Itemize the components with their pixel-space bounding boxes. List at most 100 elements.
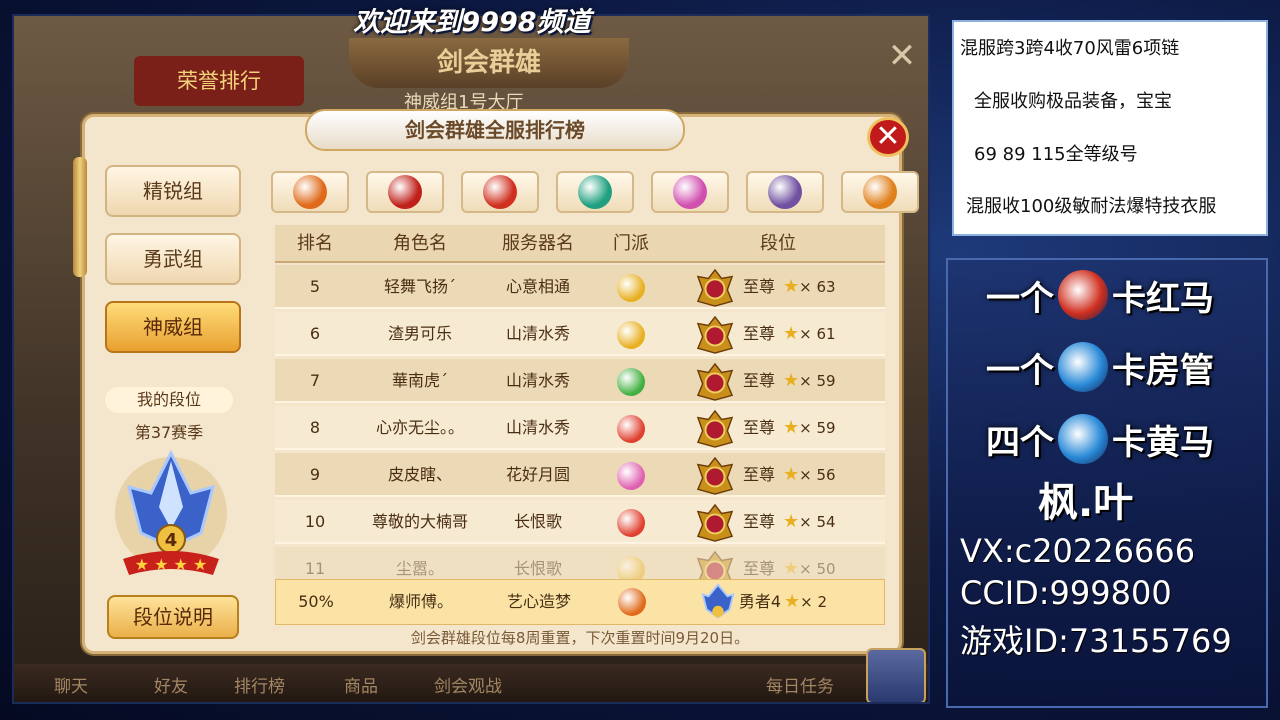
- reset-footnote: 剑会群雄段位每8周重置，下次重置时间9月20日。: [410, 629, 750, 647]
- division-badge-icon: 4 ★ ★ ★ ★: [115, 449, 227, 575]
- server-cell: 心意相通: [505, 277, 570, 296]
- badge-level: 4: [165, 530, 178, 551]
- tier-cell: 至尊: [742, 465, 775, 484]
- faction-icon: [617, 462, 645, 490]
- table-row[interactable]: 9 皮皮瞎、 花好月圆 至尊 ★× 56: [275, 453, 885, 497]
- supreme-tier-icon: [696, 363, 734, 401]
- star-icon: ★: [783, 417, 800, 438]
- stars-cell: ★× 59: [783, 406, 836, 450]
- name-cell: 尊敬的大楠哥: [371, 512, 468, 531]
- tier-cell: 至尊: [742, 371, 775, 390]
- stars-cell: ★× 54: [783, 500, 836, 544]
- season-label: 第37赛季: [134, 423, 204, 442]
- faction-icon: [617, 321, 645, 349]
- card-prefix: 一个: [986, 350, 1054, 391]
- star-count: × 63: [799, 278, 836, 296]
- table-row[interactable]: 6 渣男可乐 山清水秀 至尊 ★× 61: [275, 312, 885, 356]
- bottom-goods[interactable]: 商品: [344, 672, 378, 697]
- sun-faction-icon: [863, 175, 897, 209]
- faction-tab[interactable]: [556, 171, 634, 213]
- my-name: 爆师傅。: [388, 592, 453, 611]
- bottom-spectate[interactable]: 剑会观战: [434, 672, 502, 697]
- card-line: 一个 卡红马: [986, 270, 1214, 320]
- group-tab-brave[interactable]: 勇武组: [105, 233, 241, 285]
- faction-icon: [617, 415, 645, 443]
- close-button[interactable]: ✕: [867, 117, 909, 157]
- card-suffix: 卡红马: [1112, 278, 1214, 319]
- streamer-info-panel: 一个 卡红马 一个 卡房管 四个 卡黄马 枫.叶 VX:c20226666 CC…: [946, 258, 1268, 708]
- faction-tab[interactable]: [271, 171, 349, 213]
- svg-text:★ ★ ★ ★: ★ ★ ★ ★: [135, 555, 208, 574]
- tier-cell: 至尊: [742, 512, 775, 531]
- group-tab-divine[interactable]: 神威组: [105, 301, 241, 353]
- flame-faction-icon: [293, 175, 327, 209]
- star-count: × 56: [799, 466, 836, 484]
- tab-honor-ranking[interactable]: 荣誉排行: [134, 56, 304, 106]
- star-icon: ★: [783, 511, 800, 532]
- bottom-leaderboard[interactable]: 排行榜: [234, 672, 285, 697]
- faction-tab[interactable]: [366, 171, 444, 213]
- brave-tier-icon: [701, 583, 735, 619]
- faction-tab[interactable]: [651, 171, 729, 213]
- table-row[interactable]: 7 華南虎ˊ 山清水秀 至尊 ★× 59: [275, 359, 885, 403]
- ranking-table: 排名 角色名 服务器名 门派 段位 5 轻舞飞扬ˊ 心意相通 至尊 ★× 63 6 渣男可乐…: [275, 225, 885, 625]
- window-title: 剑会群雄: [349, 38, 629, 88]
- name-cell: 渣男可乐: [387, 324, 452, 343]
- star-count: × 61: [799, 325, 836, 343]
- tassel-decoration: [73, 157, 87, 277]
- tier-cell: 至尊: [742, 277, 775, 296]
- info-line: 混服跨3跨4收70风雷6项链: [960, 38, 1180, 59]
- supreme-tier-icon: [696, 269, 734, 307]
- faction-icon: [617, 509, 645, 537]
- rank-cell: 5: [309, 277, 321, 296]
- faction-tab[interactable]: [461, 171, 539, 213]
- yunlu-faction-icon: [768, 175, 802, 209]
- ranking-panel: 剑会群雄全服排行榜 ✕ 精锐组 勇武组 神威组 我的段位 第37赛季 4 ★ ★…: [73, 109, 919, 654]
- rank-cell: 9: [309, 465, 321, 484]
- bottom-friends[interactable]: 好友: [154, 672, 188, 697]
- server-cell: 山清水秀: [505, 324, 570, 343]
- group-tab-elite[interactable]: 精锐组: [105, 165, 241, 217]
- card-line: 四个 卡黄马: [986, 414, 1214, 464]
- stars-cell: ★× 56: [783, 453, 836, 497]
- my-rank: 50%: [298, 592, 334, 611]
- stars-cell: ★× 61: [783, 312, 836, 356]
- info-box: 混服跨3跨4收70风雷6项链 全服收购极品装备，宝宝 69 89 115全等级号…: [952, 20, 1268, 236]
- division-explain-button[interactable]: 段位说明: [107, 595, 239, 639]
- server-cell: 山清水秀: [505, 418, 570, 437]
- faction-icon: [617, 368, 645, 396]
- bottom-chat[interactable]: 聊天: [54, 672, 88, 697]
- star-icon: ★: [783, 323, 800, 344]
- contact-game-id: 游戏ID:73155769: [960, 622, 1232, 660]
- star-icon: ★: [783, 558, 800, 579]
- my-server: 艺心造梦: [506, 592, 571, 611]
- server-cell: 长恨歌: [513, 512, 562, 531]
- card-suffix: 卡黄马: [1112, 422, 1214, 463]
- table-row[interactable]: 8 心亦无尘。。 山清水秀 至尊 ★× 59: [275, 406, 885, 450]
- bottom-daily-tasks[interactable]: 每日任务: [766, 672, 834, 697]
- header-name: 角色名: [393, 233, 447, 254]
- faction-tab[interactable]: [746, 171, 824, 213]
- panel-title: 剑会群雄全服排行榜: [305, 109, 685, 151]
- faction-tab[interactable]: [841, 171, 919, 213]
- table-row[interactable]: 10 尊敬的大楠哥 长恨歌 至尊 ★× 54: [275, 500, 885, 544]
- header-tier: 段位: [760, 233, 796, 254]
- card-prefix: 一个: [986, 278, 1054, 319]
- table-row[interactable]: 5 轻舞飞扬ˊ 心意相通 至尊 ★× 63: [275, 265, 885, 309]
- rank-cell: 6: [309, 324, 321, 343]
- supreme-tier-icon: [696, 457, 734, 495]
- my-ranking-row[interactable]: 50% 爆师傅。 艺心造梦 勇者4 ★× 2: [275, 579, 885, 625]
- streamer-name: 枫.叶: [1038, 480, 1134, 526]
- stars-cell: ★× 63: [783, 265, 836, 309]
- avatar[interactable]: [866, 648, 926, 702]
- tier-cell: 至尊: [742, 324, 775, 343]
- name-cell: 皮皮瞎、: [387, 465, 452, 484]
- star-count: × 50: [799, 560, 836, 578]
- rank-cell: 10: [304, 512, 326, 531]
- close-icon[interactable]: ✕: [884, 38, 920, 74]
- star-icon: ★: [784, 591, 801, 612]
- my-division-label: 我的段位: [105, 387, 233, 413]
- stars-cell: ★× 59: [783, 359, 836, 403]
- my-star-count: × 2: [800, 593, 828, 611]
- name-cell: 心亦无尘。。: [375, 418, 464, 437]
